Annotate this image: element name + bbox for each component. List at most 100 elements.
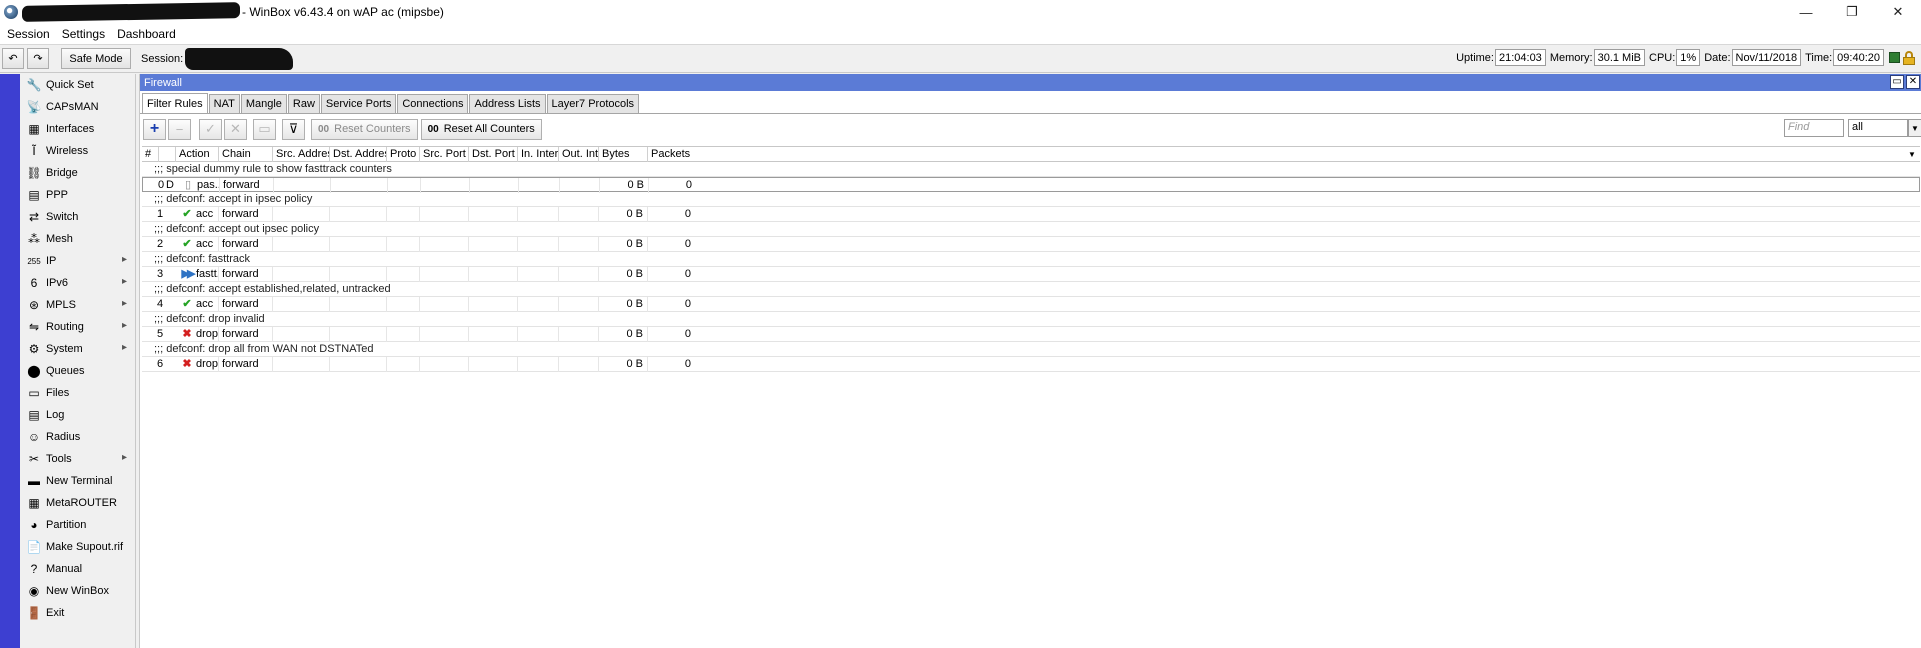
column-header-[interactable]: # (142, 147, 158, 162)
table-header: ▼ # ActionChainSrc. AddressDst. AddressPr… (142, 146, 1920, 162)
reset-all-counters-button[interactable]: 00 Reset All Counters (420, 118, 542, 140)
column-header-src-address[interactable]: Src. Address (272, 147, 329, 162)
tab-raw[interactable]: Raw (287, 94, 320, 113)
column-header-src-port[interactable]: Src. Port (419, 147, 468, 162)
table-row[interactable]: 4 ✔ acc forward 0 B0 (142, 297, 1920, 312)
close-icon[interactable]: ✕ (1906, 75, 1920, 89)
rule-comment-row[interactable]: ;;; defconf: fasttrack (142, 252, 1920, 267)
sidebar-item-tools[interactable]: ✂ Tools ▸ (20, 448, 135, 470)
sidebar-item-bridge[interactable]: ⛓ Bridge (20, 162, 135, 184)
sidebar-item-partition[interactable]: ◕ Partition (20, 514, 135, 536)
tab-connections[interactable]: Connections (397, 94, 469, 113)
table-row[interactable]: 6 ✖ drop forward 0 B0 (142, 357, 1920, 372)
sidebar-item-new-terminal[interactable]: ▬ New Terminal (20, 470, 135, 492)
minimize-button[interactable]: — (1783, 0, 1829, 24)
drop-action-icon: ✖ (182, 328, 192, 340)
menu-dashboard[interactable]: Dashboard (117, 27, 176, 41)
disable-icon[interactable]: ✕ (224, 118, 247, 140)
sidebar-item-new-winbox[interactable]: ◉ New WinBox (20, 580, 135, 602)
add-icon[interactable]: + (143, 118, 166, 140)
reset-counters-button[interactable]: 00 Reset Counters (311, 118, 418, 140)
column-header-dst-port[interactable]: Dst. Port (468, 147, 517, 162)
sidebar-item-mesh[interactable]: ⁂ Mesh (20, 228, 135, 250)
rule-action: ▯ pas... (178, 178, 219, 193)
column-header-action[interactable]: Action (175, 147, 218, 162)
rule-comment-row[interactable]: ;;; defconf: accept established,related,… (142, 282, 1920, 297)
maximize-icon[interactable]: ▭ (1890, 75, 1904, 89)
close-button[interactable]: ✕ (1875, 0, 1921, 24)
tab-service-ports[interactable]: Service Ports (320, 94, 397, 113)
rule-action: ✖ drop (177, 357, 218, 372)
rule-comment-row[interactable]: ;;; defconf: drop invalid (142, 312, 1920, 327)
sidebar-item-switch[interactable]: ⇄ Switch (20, 206, 135, 228)
column-header-chain[interactable]: Chain (218, 147, 272, 162)
firewall-title-bar[interactable]: Firewall ▭ ✕ (140, 74, 1921, 91)
enable-icon[interactable]: ✓ (199, 118, 222, 140)
remove-icon[interactable]: − (168, 118, 191, 140)
quick-set-icon: 🔧 (26, 78, 42, 92)
rule-comment-row[interactable]: ;;; special dummy rule to show fasttrack… (142, 162, 1920, 177)
sidebar-item-interfaces[interactable]: ▦ Interfaces (20, 118, 135, 140)
chevron-down-icon[interactable]: ▼ (1908, 119, 1921, 137)
filter-select[interactable]: all (1848, 119, 1908, 137)
rule-bytes: 0 B (598, 357, 647, 372)
sidebar-item-ip[interactable]: 255 IP ▸ (20, 250, 135, 272)
table-row[interactable]: 2 ✔ acc forward 0 B0 (142, 237, 1920, 252)
sidebar-item-radius[interactable]: ☺ Radius (20, 426, 135, 448)
empty-cell (468, 297, 517, 312)
sidebar-item-system[interactable]: ⚙ System ▸ (20, 338, 135, 360)
empty-cell (386, 297, 419, 312)
tab-nat[interactable]: NAT (208, 94, 240, 113)
table-row[interactable]: 0D▯pas...forward0 B0 (142, 177, 1920, 193)
redo-button[interactable]: ↷ (27, 48, 49, 69)
ppp-icon: ▤ (28, 188, 40, 202)
sidebar-item-manual[interactable]: ? Manual (20, 558, 135, 580)
sidebar-item-routing[interactable]: ⇋ Routing ▸ (20, 316, 135, 338)
sidebar-item-wireless[interactable]: Ĩ Wireless (20, 140, 135, 162)
tab-address-lists[interactable]: Address Lists (469, 94, 546, 113)
filter-icon[interactable]: ⊽ (282, 118, 305, 140)
tab-mangle[interactable]: Mangle (240, 94, 287, 113)
rule-flag: D (166, 179, 174, 191)
empty-cell (272, 357, 329, 372)
column-header-bytes[interactable]: Bytes (598, 147, 647, 162)
table-row[interactable]: 1 ✔ acc forward 0 B0 (142, 207, 1920, 222)
table-row[interactable]: 5 ✖ drop forward 0 B0 (142, 327, 1920, 342)
sidebar-item-mpls[interactable]: ⊛ MPLS ▸ (20, 294, 135, 316)
table-row[interactable]: 3▶▶fastt...forward0 B0 (142, 267, 1920, 282)
rule-comment-row[interactable]: ;;; defconf: drop all from WAN not DSTNA… (142, 342, 1920, 357)
column-header-in-inter[interactable]: In. Inter... (517, 147, 558, 162)
sidebar-item-files[interactable]: ▭ Files (20, 382, 135, 404)
rule-comment-row[interactable]: ;;; defconf: accept out ipsec policy (142, 222, 1920, 237)
column-header-dst-address[interactable]: Dst. Address (329, 147, 386, 162)
sidebar-item-queues[interactable]: ⬤ Queues (20, 360, 135, 382)
comment-icon[interactable]: ▭ (253, 118, 276, 140)
empty-cell (517, 207, 558, 222)
column-menu-icon[interactable]: ▼ (1906, 148, 1918, 161)
menu-settings[interactable]: Settings (62, 27, 105, 41)
column-header-packets[interactable]: Packets (647, 147, 695, 162)
menu-session[interactable]: Session (7, 27, 50, 41)
undo-button[interactable]: ↶ (2, 48, 24, 69)
find-input[interactable]: Find (1784, 119, 1844, 137)
rule-packets: 0 (647, 297, 695, 312)
tab-filter-rules[interactable]: Filter Rules (142, 93, 208, 113)
sidebar-item-metarouter[interactable]: ▦ MetaROUTER (20, 492, 135, 514)
sidebar-item-ppp[interactable]: ▤ PPP (20, 184, 135, 206)
empty-cell (517, 267, 558, 282)
rule-comment-row[interactable]: ;;; defconf: accept in ipsec policy (142, 192, 1920, 207)
sidebar-item-quick-set[interactable]: 🔧 Quick Set (20, 74, 135, 96)
column-header-proto[interactable]: Proto (386, 147, 419, 162)
column-header-flag[interactable] (158, 147, 175, 162)
safe-mode-button[interactable]: Safe Mode (61, 48, 131, 69)
restore-button[interactable]: ❐ (1829, 0, 1875, 24)
sidebar-item-make-supout-rif[interactable]: 📄 Make Supout.rif (20, 536, 135, 558)
sidebar-item-log[interactable]: ▤ Log (20, 404, 135, 426)
sidebar-item-ipv6[interactable]: 6 IPv6 ▸ (20, 272, 135, 294)
sidebar-item-capsman[interactable]: 📡 CAPsMAN (20, 96, 135, 118)
tab-layer7-protocols[interactable]: Layer7 Protocols (546, 94, 640, 113)
column-header-out-int[interactable]: Out. Int... (558, 147, 598, 162)
sidebar-item-exit[interactable]: 🚪 Exit (20, 602, 135, 624)
session-label: Session: (141, 52, 184, 65)
rule-action: ✔ acc (177, 297, 218, 312)
